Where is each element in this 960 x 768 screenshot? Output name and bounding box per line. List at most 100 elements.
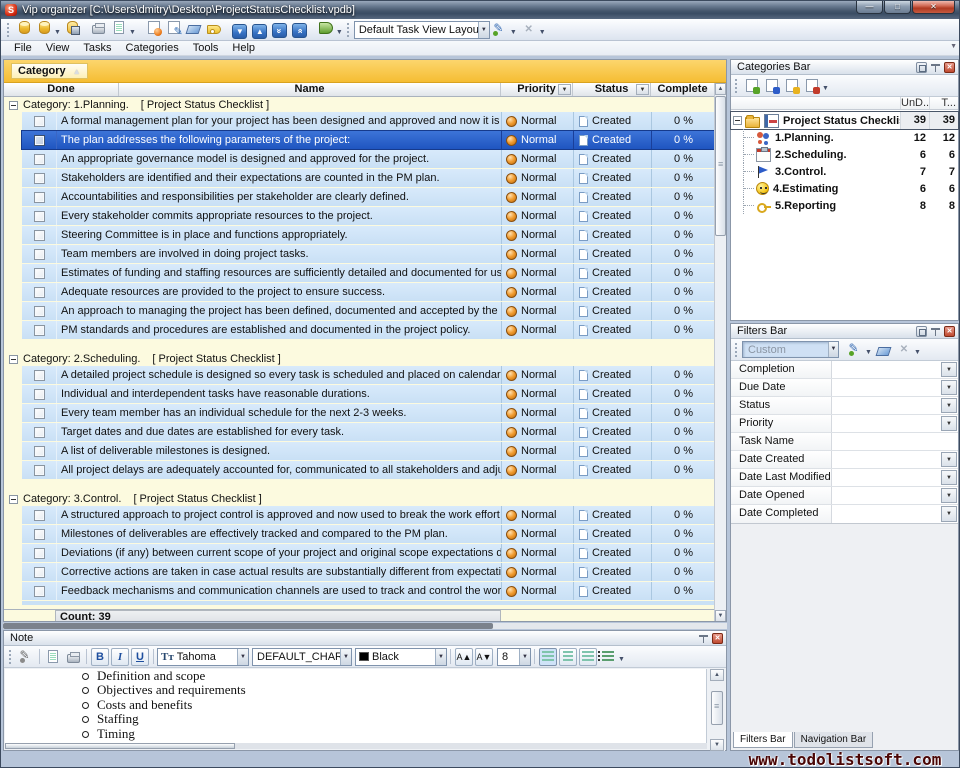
minimize-button[interactable]: — (856, 1, 883, 14)
priority-cell[interactable]: Normal (501, 321, 573, 339)
move-down-button[interactable]: ▼ (230, 22, 250, 41)
table-row[interactable]: Target dates and due dates are establish… (22, 423, 715, 441)
task-name-cell[interactable]: Feedback mechanisms and communication ch… (56, 582, 501, 600)
table-row[interactable]: All project delays are adequately accoun… (22, 461, 715, 479)
table-row[interactable]: A detailed project schedule is designed … (22, 366, 715, 384)
menu-overflow-icon[interactable]: ▼ (950, 43, 957, 50)
status-cell[interactable]: Created (573, 112, 651, 130)
undone-column-header[interactable]: UnD... (900, 97, 929, 109)
priority-cell[interactable]: Normal (501, 207, 573, 225)
menu-item-tasks[interactable]: Tasks (76, 42, 118, 54)
chevron-down-icon[interactable]: ▼ (828, 342, 838, 357)
table-row[interactable]: Estimates of funding and staffing resour… (22, 264, 715, 282)
pin-icon[interactable] (931, 326, 940, 336)
collapse-icon[interactable] (9, 495, 18, 504)
open-database-button[interactable] (34, 18, 54, 37)
font-size-combo[interactable]: 8 ▼ (497, 648, 531, 666)
chevron-down-icon[interactable]: ▼ (336, 23, 345, 36)
print-button[interactable] (64, 648, 82, 666)
toolbar-options-icon[interactable]: ▼ (914, 343, 923, 356)
status-cell[interactable]: Created (573, 207, 651, 225)
table-row[interactable]: Team members are involved in doing proje… (22, 245, 715, 263)
menu-item-categories[interactable]: Categories (119, 42, 186, 54)
task-list-vertical-scrollbar[interactable]: ▲ ▼ (714, 83, 726, 622)
move-top-button[interactable]: » (290, 21, 310, 40)
priority-cell[interactable]: Normal (501, 366, 573, 384)
status-cell[interactable]: Created (573, 188, 651, 206)
done-checkbox[interactable] (34, 287, 45, 298)
status-cell[interactable]: Created (573, 131, 651, 149)
scroll-up-icon[interactable]: ▲ (710, 669, 724, 681)
note-vertical-scrollbar[interactable]: ▲ ▼ (710, 669, 725, 751)
filter-dropdown-icon[interactable]: ▼ (558, 84, 571, 95)
chevron-down-icon[interactable]: ▼ (129, 23, 138, 36)
task-name-cell[interactable]: A list of deliverable milestones is desi… (56, 442, 501, 460)
task-name-cell[interactable]: All project delays are adequately accoun… (56, 461, 501, 479)
done-checkbox[interactable] (34, 268, 45, 279)
done-checkbox[interactable] (34, 370, 45, 381)
done-checkbox[interactable] (34, 154, 45, 165)
font-color-combo[interactable]: Black ▼ (355, 648, 447, 666)
increase-font-button[interactable]: A▲ (455, 648, 473, 666)
filter-preset-combo[interactable]: Custom ▼ (742, 341, 839, 358)
note-editor[interactable]: Definition and scopeObjectives and requi… (5, 669, 707, 745)
status-cell[interactable]: Created (573, 169, 651, 187)
filter-value-input[interactable] (831, 433, 958, 450)
filter-dropdown-icon[interactable]: ▼ (636, 84, 649, 95)
table-row[interactable]: The plan addresses the following paramet… (22, 131, 715, 149)
print-preview-button[interactable] (44, 648, 62, 666)
table-row[interactable]: An appropriate governance model is desig… (22, 150, 715, 168)
pin-icon[interactable] (699, 633, 708, 643)
task-name-cell[interactable]: Steering Committee is in place and funct… (56, 226, 501, 244)
collapse-icon[interactable] (9, 355, 18, 364)
task-name-cell[interactable]: Corrective actions are taken in case act… (56, 563, 501, 581)
status-cell[interactable]: Created (573, 283, 651, 301)
menu-item-help[interactable]: Help (225, 42, 262, 54)
table-row[interactable]: PM standards and procedures are establis… (22, 321, 715, 339)
print-button[interactable] (89, 19, 109, 38)
priority-cell[interactable]: Normal (501, 423, 573, 441)
chevron-down-icon[interactable]: ▼ (941, 416, 957, 431)
status-cell[interactable]: Created (573, 321, 651, 339)
note-horizontal-scrollbar[interactable] (5, 743, 707, 749)
priority-cell[interactable]: Normal (501, 404, 573, 422)
remove-filter-button[interactable]: ✕ (895, 341, 913, 359)
priority-cell[interactable]: Normal (501, 283, 573, 301)
priority-cell[interactable]: Normal (501, 442, 573, 460)
table-row[interactable]: Individual and interdependent tasks have… (22, 385, 715, 403)
maximize-button[interactable]: □ (884, 1, 911, 14)
task-name-cell[interactable]: An appropriate governance model is desig… (56, 150, 501, 168)
task-name-cell[interactable]: Target dates and due dates are establish… (56, 423, 501, 441)
font-family-combo[interactable]: Tᴛ Tahoma ▼ (157, 648, 249, 666)
chevron-down-icon[interactable]: ▼ (237, 649, 248, 665)
group-header[interactable]: Category: 2.Scheduling.[ Project Status … (4, 352, 715, 366)
new-task-button[interactable] (144, 18, 164, 37)
group-header[interactable]: Category: 3.Control.[ Project Status Che… (4, 492, 715, 506)
chevron-down-icon[interactable]: ▼ (941, 362, 957, 377)
done-checkbox[interactable] (34, 306, 45, 317)
categories-close-icon[interactable]: ✕ (944, 62, 955, 73)
tag-button[interactable] (204, 19, 224, 38)
task-view-layout-combo[interactable]: Default Task View Layout ▼ (354, 21, 490, 39)
chevron-down-icon[interactable]: ▼ (435, 649, 446, 665)
priority-cell[interactable]: Normal (501, 188, 573, 206)
bullet-list-button[interactable] (599, 648, 617, 666)
status-cell[interactable]: Created (573, 461, 651, 479)
category-tree-item[interactable]: Project Status Checklist3939 (731, 112, 958, 129)
move-bottom-button[interactable]: » (270, 21, 290, 40)
chevron-down-icon[interactable]: ▼ (941, 452, 957, 467)
table-row[interactable]: A structured approach to project control… (22, 506, 715, 524)
done-checkbox[interactable] (34, 548, 45, 559)
note-close-icon[interactable]: ✕ (712, 633, 723, 644)
column-header-priority[interactable]: Priority▼ (501, 83, 573, 96)
apply-layout-button[interactable] (490, 20, 510, 39)
done-checkbox[interactable] (34, 116, 45, 127)
status-cell[interactable]: Created (573, 582, 651, 600)
filter-value-input[interactable] (831, 361, 940, 378)
task-name-cell[interactable]: An approach to managing the project has … (56, 302, 501, 320)
total-column-header[interactable]: T... (929, 97, 958, 109)
category-tree-item[interactable]: 4.Estimating66 (731, 180, 958, 197)
done-checkbox[interactable] (34, 230, 45, 241)
status-cell[interactable]: Created (573, 150, 651, 168)
done-checkbox[interactable] (34, 446, 45, 457)
